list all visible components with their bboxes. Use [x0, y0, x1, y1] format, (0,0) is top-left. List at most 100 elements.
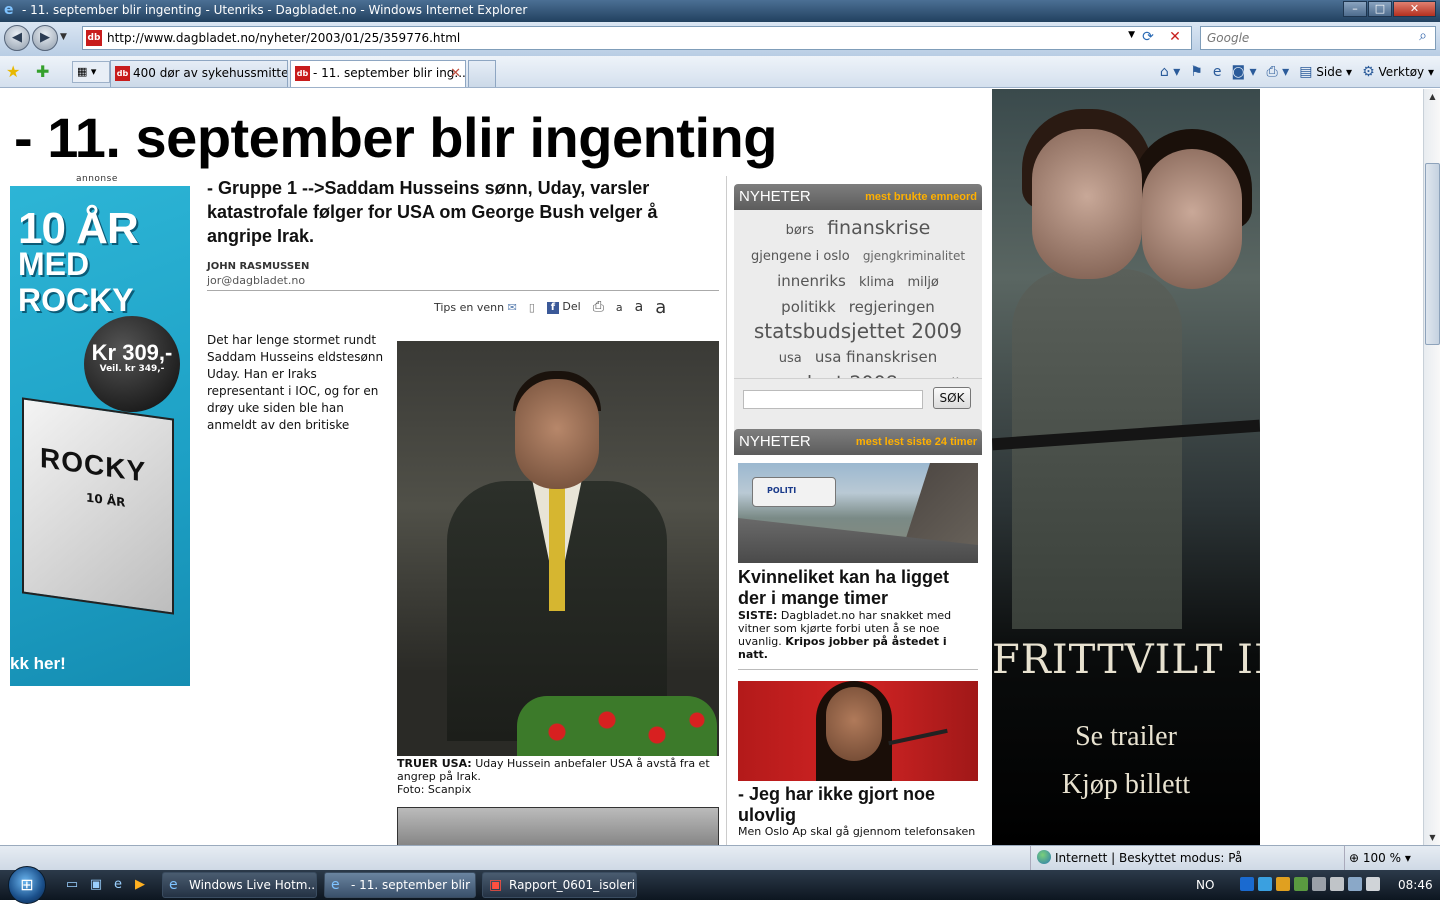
mobile-icon[interactable]: ▯	[529, 301, 535, 314]
switch-windows-icon[interactable]: ▣	[88, 877, 104, 893]
news-title-link[interactable]: - Jeg har ikke gjort noe ulovlig	[738, 784, 978, 826]
tag-link[interactable]: miljø	[907, 271, 938, 295]
news-image-police[interactable]	[738, 463, 978, 563]
tag-link[interactable]: regjeringen	[849, 295, 935, 319]
uday-hussein-photo[interactable]	[397, 341, 719, 756]
tab-sykehussmitte[interactable]: db 400 dør av sykehussmitte -...	[110, 60, 288, 87]
search-input[interactable]	[1201, 27, 1401, 49]
history-dropdown-icon[interactable]: ▼	[60, 32, 67, 42]
tag-link[interactable]: usa finanskrisen	[815, 345, 937, 369]
search-box[interactable]: ⌕	[1200, 26, 1436, 50]
scrollbar-thumb[interactable]	[1425, 163, 1440, 345]
search-icon[interactable]: ⌕	[1419, 28, 1427, 44]
tray-power-icon[interactable]	[1330, 877, 1344, 891]
tag-link[interactable]: gjengkriminalitet	[863, 244, 965, 268]
second-photo[interactable]	[397, 807, 719, 845]
media-player-icon[interactable]: ▶	[132, 877, 148, 893]
forward-button[interactable]: ▶	[32, 25, 58, 51]
language-indicator[interactable]: NO	[1196, 870, 1214, 900]
quick-tabs-button[interactable]: ▦ ▾	[72, 61, 110, 83]
ad-ticket-link[interactable]: Kjøp billett	[992, 769, 1260, 801]
tray-security-icon[interactable]	[1294, 877, 1308, 891]
tab-11-september[interactable]: db - 11. september blir ing... ✕	[290, 60, 466, 87]
page-content: - 11. september blir ingenting annonse 1…	[0, 89, 1423, 845]
favorites-star-icon[interactable]: ★	[6, 62, 20, 81]
tray-update-icon[interactable]	[1276, 877, 1290, 891]
tag-link[interactable]: gjengene i oslo	[751, 245, 850, 269]
font-medium-button[interactable]: a	[635, 299, 644, 315]
font-small-button[interactable]: a	[616, 301, 623, 314]
system-tray: NO 08:46	[1190, 870, 1440, 900]
scroll-down-icon[interactable]: ▼	[1425, 830, 1440, 845]
ad-price: Kr 309,-	[91, 340, 173, 365]
mail-icon: ✉	[507, 300, 517, 314]
ad-price-old: Veil. kr 349,-	[99, 364, 165, 374]
vertical-scrollbar[interactable]: ▲ ▼	[1423, 89, 1440, 845]
tag-link[interactable]: politikk	[781, 295, 835, 319]
news-title-link[interactable]: Kvinneliket kan ha ligget der i mange ti…	[738, 567, 978, 609]
ebay-icon[interactable]: e	[1213, 64, 1222, 80]
tools-menu[interactable]: ⚙ Verktøy ▾	[1362, 64, 1434, 80]
maximize-button[interactable]: □	[1368, 1, 1392, 17]
feeds-icon[interactable]: ⚑	[1190, 64, 1203, 80]
scroll-up-icon[interactable]: ▲	[1425, 89, 1440, 104]
news-divider	[738, 669, 978, 670]
most-read-title: NYHETER	[739, 433, 811, 450]
tray-app-icon[interactable]	[1240, 877, 1254, 891]
taskbar-ie-article[interactable]: e- 11. september blir ...	[324, 872, 476, 898]
url-dropdown-icon[interactable]: ▼	[1128, 30, 1135, 40]
taskbar-pdf-rapport[interactable]: ▣ Rapport_0601_isoleri...	[482, 872, 637, 898]
pdf-icon: ▣	[489, 877, 503, 893]
site-search-input[interactable]	[743, 390, 923, 409]
security-zone[interactable]: Internett | Beskyttet modus: På	[1030, 846, 1340, 871]
print-article-icon[interactable]: ⎙	[593, 299, 604, 315]
window-title: - 11. september blir ingenting - Utenrik…	[22, 3, 528, 17]
tray-volume-icon[interactable]	[1366, 877, 1380, 891]
show-desktop-icon[interactable]: ▭	[64, 877, 80, 893]
url-field[interactable]: db http://www.dagbladet.no/nyheter/2003/…	[82, 26, 1192, 50]
tag-link[interactable]: usa	[779, 347, 802, 371]
search-submit-button[interactable]: SØK	[933, 387, 971, 409]
back-button[interactable]: ◀	[4, 25, 30, 51]
taskbar-hotmail[interactable]: e Windows Live Hotm...	[162, 872, 317, 898]
tray-network-icon[interactable]	[1258, 877, 1272, 891]
rss-icon[interactable]: ◙ ▾	[1231, 64, 1256, 80]
photo-caption: TRUER USA: Uday Hussein anbefaler USA å …	[397, 757, 719, 796]
tray-wifi-icon[interactable]	[1348, 877, 1362, 891]
rocky-ad-banner[interactable]: 10 ÅR MED ROCKY Kr 309,- Veil. kr 349,- …	[10, 186, 190, 686]
frittvilt-ad-banner[interactable]: FRITTVILT II Se trailer Kjøp billett	[992, 89, 1260, 845]
tag-link[interactable]: klima	[859, 271, 894, 295]
stop-icon[interactable]: ✕	[1165, 29, 1185, 47]
home-icon[interactable]: ⌂ ▾	[1160, 64, 1180, 80]
article-tools: Tips en venn ✉ ▯ f Del ⎙ a a a	[434, 297, 666, 318]
author-email-link[interactable]: jor@dagbladet.no	[207, 274, 305, 287]
minimize-button[interactable]: –	[1343, 1, 1367, 17]
zoom-control[interactable]: ⊕ 100 % ▾	[1344, 846, 1440, 871]
site-search: SØK	[734, 378, 982, 420]
windows-taskbar: ⊞ ▭ ▣ e ▶ e Windows Live Hotm... e- 11. s…	[0, 866, 1440, 904]
new-tab-button[interactable]	[468, 60, 496, 87]
ad-trailer-link[interactable]: Se trailer	[992, 721, 1260, 753]
tab-close-icon[interactable]: ✕	[450, 61, 461, 86]
ie-quicklaunch-icon[interactable]: e	[110, 877, 126, 893]
page-menu[interactable]: ▤ Side ▾	[1299, 64, 1352, 80]
font-large-button[interactable]: a	[655, 297, 666, 318]
close-button[interactable]: ✕	[1393, 1, 1436, 17]
tab-bar: ★ ✚ ▦ ▾ db 400 dør av sykehussmitte -...…	[0, 56, 1440, 88]
news-image-woman[interactable]	[738, 681, 978, 781]
tag-link[interactable]: innenriks	[777, 269, 846, 293]
tag-link[interactable]: finanskrise	[827, 216, 930, 240]
url-text[interactable]: http://www.dagbladet.no/nyheter/2003/01/…	[107, 27, 460, 49]
ad-cta[interactable]: kk her!	[10, 654, 66, 674]
tag-link[interactable]: statsbudsjettet 2009	[754, 319, 962, 343]
tips-friend-link[interactable]: Tips en venn ✉	[434, 301, 517, 314]
add-favorite-icon[interactable]: ✚	[36, 62, 49, 81]
tag-link[interactable]: børs	[786, 219, 814, 243]
tray-device-icon[interactable]	[1312, 877, 1326, 891]
start-button[interactable]: ⊞	[8, 866, 46, 904]
print-icon[interactable]: ⎙ ▾	[1267, 64, 1290, 80]
clock[interactable]: 08:46	[1398, 870, 1433, 900]
refresh-icon[interactable]: ⟳	[1137, 29, 1159, 47]
facebook-share-link[interactable]: f Del	[546, 300, 581, 314]
divider	[207, 290, 719, 291]
